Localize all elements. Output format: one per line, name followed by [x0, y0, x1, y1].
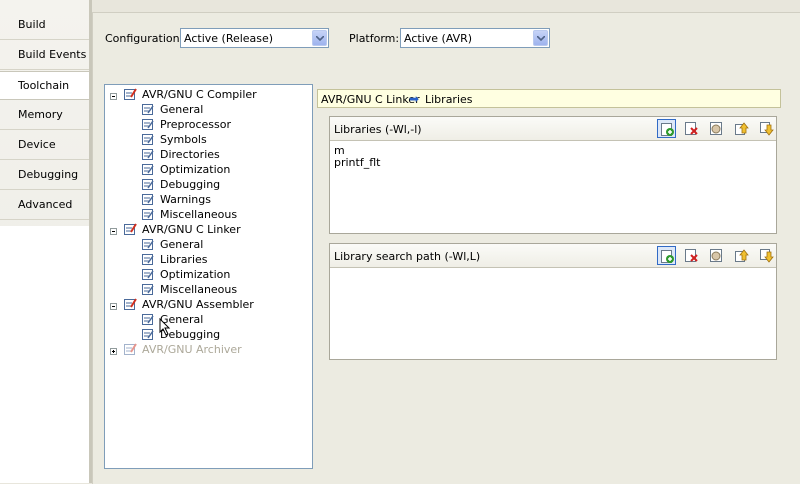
tab-build-events[interactable]: Build Events — [0, 41, 89, 70]
sidebar: Build Build Events Toolchain Memory Devi… — [0, 0, 92, 483]
tree-item-label: Miscellaneous — [160, 283, 238, 296]
tree-group-label: AVR/GNU C Compiler — [142, 88, 257, 101]
expand-icon[interactable] — [110, 348, 117, 355]
settings-page-icon — [142, 238, 155, 250]
settings-page-icon — [142, 208, 155, 220]
tab-label: Debugging — [18, 168, 79, 181]
breadcrumb: AVR/GNU C Linker ➡ Libraries — [317, 89, 781, 108]
collapse-icon[interactable] — [110, 93, 117, 100]
tree-item-label: Warnings — [160, 193, 211, 206]
tab-memory[interactable]: Memory — [0, 101, 89, 130]
edit-item-button[interactable] — [707, 119, 726, 138]
configuration-value: Active (Release) — [184, 32, 274, 45]
edit-item-icon — [710, 122, 722, 135]
tree-group-label: AVR/GNU Assembler — [142, 298, 254, 311]
settings-page-icon — [124, 343, 137, 355]
configuration-select[interactable]: Active (Release) — [180, 28, 329, 48]
tree-item-label: Optimization — [160, 268, 231, 281]
tree-item-label: Miscellaneous — [160, 208, 238, 221]
breadcrumb-current: Libraries — [425, 93, 473, 106]
tab-label: Build — [18, 18, 46, 31]
tree-item-label: Symbols — [160, 133, 207, 146]
tab-label: Device — [18, 138, 56, 151]
platform-select[interactable]: Active (AVR) — [400, 28, 550, 48]
move-up-icon — [735, 122, 749, 135]
delete-item-icon — [685, 249, 698, 262]
tree-item-label: Preprocessor — [160, 118, 232, 131]
move-down-icon — [760, 249, 774, 263]
move-down-icon — [760, 122, 774, 136]
tab-debugging[interactable]: Debugging — [0, 161, 89, 190]
tree-item-label: Debugging — [160, 178, 221, 191]
tab-label: Toolchain — [18, 79, 70, 92]
settings-page-icon — [142, 133, 155, 145]
sidebar-filler — [0, 226, 90, 483]
settings-page-icon — [142, 178, 155, 190]
arrow-right-icon: ➡ — [409, 92, 420, 106]
mouse-cursor-icon — [159, 318, 171, 336]
delete-item-button[interactable] — [682, 119, 701, 138]
edit-item-button[interactable] — [707, 246, 726, 265]
settings-page-icon — [124, 88, 137, 100]
move-down-button[interactable] — [757, 119, 776, 138]
settings-tree[interactable]: AVR/GNU C Compiler General Preprocessor … — [104, 84, 313, 469]
tree-group-label: AVR/GNU Archiver — [142, 343, 242, 356]
settings-page-icon — [142, 163, 155, 175]
add-item-button[interactable] — [657, 119, 676, 138]
move-up-button[interactable] — [732, 119, 751, 138]
breadcrumb-parent: AVR/GNU C Linker — [321, 93, 420, 106]
tab-device[interactable]: Device — [0, 131, 89, 160]
delete-item-icon — [685, 122, 698, 135]
settings-page-icon — [142, 118, 155, 130]
settings-page-icon — [142, 283, 155, 295]
tab-label: Advanced — [18, 198, 73, 211]
list-item[interactable]: printf_flt — [334, 156, 380, 169]
tree-item-label: Optimization — [160, 163, 231, 176]
tree-item-label: General — [160, 103, 204, 116]
settings-page-icon — [124, 223, 137, 235]
platform-label: Platform: — [349, 32, 400, 45]
search-path-group: Library search path (-Wl,L) — [329, 243, 777, 360]
delete-item-button[interactable] — [682, 246, 701, 265]
edit-item-icon — [710, 249, 722, 262]
search-path-header: Library search path (-Wl,L) — [330, 244, 776, 268]
settings-page-icon — [142, 148, 155, 160]
tab-advanced[interactable]: Advanced — [0, 191, 89, 220]
settings-page-icon — [142, 103, 155, 115]
libraries-header: Libraries (-Wl,-l) — [330, 117, 776, 141]
tab-label: Build Events — [18, 48, 87, 61]
configuration-label: Configuration: — [105, 32, 184, 45]
platform-value: Active (AVR) — [404, 32, 473, 45]
chevron-down-icon[interactable] — [533, 30, 548, 46]
tab-label: Memory — [18, 108, 63, 121]
tree-item-label: Directories — [160, 148, 220, 161]
tree-item-label: Libraries — [160, 253, 208, 266]
add-item-icon — [661, 250, 674, 263]
settings-page-icon — [142, 268, 155, 280]
move-up-icon — [735, 249, 749, 262]
tab-toolchain[interactable]: Toolchain — [0, 71, 91, 100]
tab-build[interactable]: Build — [0, 11, 89, 40]
libraries-group: Libraries (-Wl,-l) m printf_flt — [329, 116, 777, 234]
tree-item-label: General — [160, 238, 204, 251]
move-up-button[interactable] — [732, 246, 751, 265]
chevron-down-icon[interactable] — [312, 30, 327, 46]
settings-page-icon — [142, 253, 155, 265]
search-path-title: Library search path (-Wl,L) — [334, 250, 481, 263]
settings-page-icon — [124, 298, 137, 310]
settings-page-icon — [142, 193, 155, 205]
add-item-button[interactable] — [657, 246, 676, 265]
libraries-title: Libraries (-Wl,-l) — [334, 123, 422, 136]
tree-group-label: AVR/GNU C Linker — [142, 223, 241, 236]
settings-page-icon — [142, 313, 155, 325]
move-down-button[interactable] — [757, 246, 776, 265]
add-item-icon — [661, 123, 674, 136]
collapse-icon[interactable] — [110, 303, 117, 310]
collapse-icon[interactable] — [110, 228, 117, 235]
settings-page-icon — [142, 328, 155, 340]
